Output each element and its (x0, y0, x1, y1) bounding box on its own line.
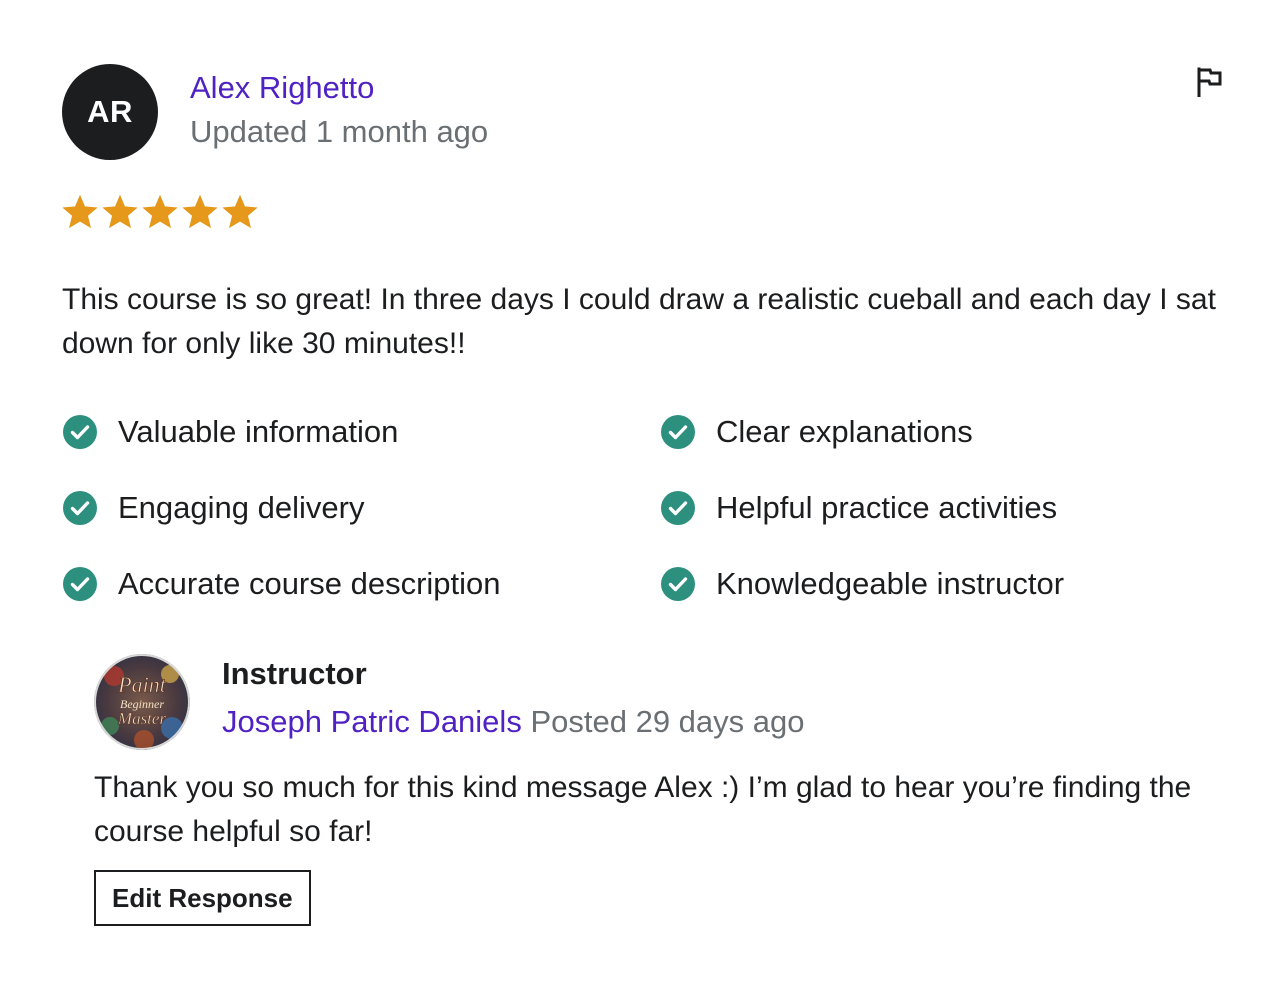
check-circle-icon (63, 567, 97, 601)
review-tag: Engaging delivery (62, 486, 660, 530)
reviewer-initials: AR (87, 94, 133, 129)
review-tags: Valuable information Clear explanations … (62, 410, 1232, 606)
star-icon (222, 194, 258, 229)
check-circle-icon (661, 567, 695, 601)
instructor-name-link[interactable]: Joseph Patric Daniels (222, 704, 522, 739)
check-circle-icon (661, 415, 695, 449)
star-rating (62, 194, 258, 230)
review-tag-label: Accurate course description (118, 566, 501, 601)
review-tag-label: Valuable information (118, 414, 399, 449)
flag-icon (1197, 67, 1222, 97)
star-icon (62, 194, 98, 229)
instructor-avatar-image: Paint Beginner Master (94, 654, 190, 750)
star-icon (142, 194, 178, 229)
review-tag: Helpful practice activities (660, 486, 1232, 530)
review-tag: Valuable information (62, 410, 660, 454)
review-tag-label: Engaging delivery (118, 490, 365, 525)
reviewer-name-link[interactable]: Alex Righetto (190, 70, 374, 106)
response-text: Thank you so much for this kind message … (94, 771, 1192, 848)
star-icon (102, 194, 138, 229)
review-tag-label: Knowledgeable instructor (716, 566, 1065, 601)
edit-response-button[interactable]: Edit Response (94, 870, 311, 926)
star-icon (182, 194, 218, 229)
review-date: Updated 1 month ago (190, 114, 489, 149)
response-meta: Joseph Patric Daniels Posted 29 days ago (222, 704, 805, 740)
review-tag-label: Helpful practice activities (716, 490, 1058, 525)
review-tag: Knowledgeable instructor (660, 562, 1232, 606)
review-text: This course is so great! In three days I… (62, 283, 1216, 360)
avatar-text-paint: Paint (117, 672, 167, 697)
instructor-avatar: Paint Beginner Master (94, 654, 190, 750)
check-circle-icon (63, 415, 97, 449)
response-role: Instructor (222, 656, 367, 691)
report-button[interactable] (1192, 64, 1228, 100)
review-tag-label: Clear explanations (716, 414, 973, 449)
review-tag: Clear explanations (660, 410, 1232, 454)
response-date: Posted 29 days ago (530, 704, 805, 739)
review-tag: Accurate course description (62, 562, 660, 606)
check-circle-icon (661, 491, 695, 525)
check-circle-icon (63, 491, 97, 525)
avatar-text-master: Master (117, 709, 167, 728)
reviewer-avatar: AR (62, 64, 158, 160)
